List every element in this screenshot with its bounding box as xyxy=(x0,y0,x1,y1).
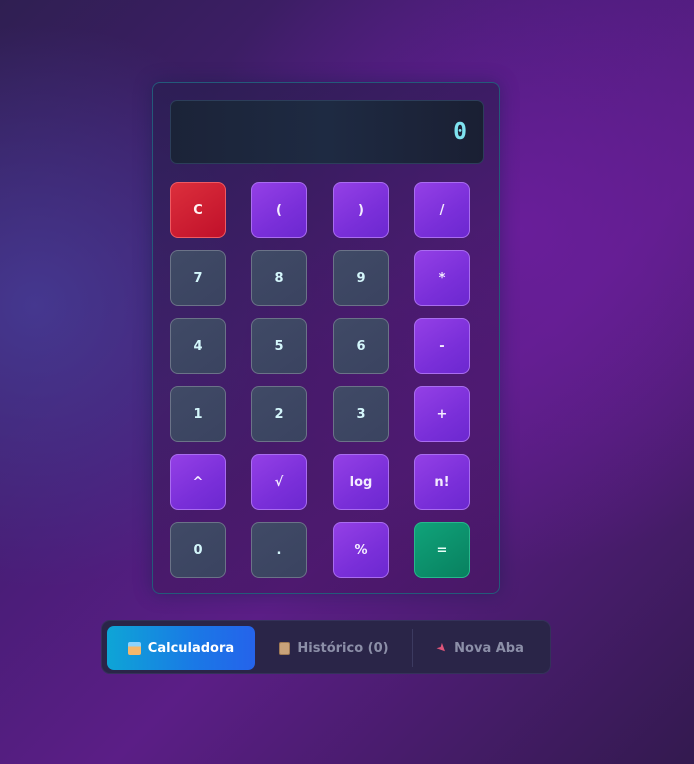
rocket-icon: ➤ xyxy=(433,639,451,657)
subtract-button[interactable]: - xyxy=(414,318,470,374)
digit-3-button[interactable]: 3 xyxy=(333,386,389,442)
calculator-icon xyxy=(127,641,141,655)
tab-new-tab[interactable]: ➤ Nova Aba xyxy=(414,626,547,670)
digit-8-button[interactable]: 8 xyxy=(251,250,307,306)
equals-button[interactable]: = xyxy=(414,522,470,578)
digit-7-button[interactable]: 7 xyxy=(170,250,226,306)
percent-button[interactable]: % xyxy=(333,522,389,578)
factorial-button[interactable]: n! xyxy=(414,454,470,510)
digit-9-button[interactable]: 9 xyxy=(333,250,389,306)
tab-history-label: Histórico (0) xyxy=(297,640,389,656)
digit-0-button[interactable]: 0 xyxy=(170,522,226,578)
calculator-display: 0 xyxy=(170,100,484,164)
tab-divider xyxy=(412,629,413,667)
close-paren-button[interactable]: ) xyxy=(333,182,389,238)
clear-button[interactable]: C xyxy=(170,182,226,238)
clipboard-icon xyxy=(279,641,291,655)
power-button[interactable]: ^ xyxy=(170,454,226,510)
tab-calculator-label: Calculadora xyxy=(147,640,235,656)
multiply-button[interactable]: * xyxy=(414,250,470,306)
open-paren-button[interactable]: ( xyxy=(251,182,307,238)
tab-new-tab-label: Nova Aba xyxy=(454,640,524,656)
display-value: 0 xyxy=(453,119,467,145)
log-button[interactable]: log xyxy=(333,454,389,510)
digit-5-button[interactable]: 5 xyxy=(251,318,307,374)
tab-history[interactable]: Histórico (0) xyxy=(259,626,409,670)
digit-2-button[interactable]: 2 xyxy=(251,386,307,442)
calculator-panel: 0 C ( ) / 7 8 9 * 4 5 6 - 1 2 3 + ^ √ lo… xyxy=(152,82,500,594)
decimal-button[interactable]: . xyxy=(251,522,307,578)
add-button[interactable]: + xyxy=(414,386,470,442)
digit-4-button[interactable]: 4 xyxy=(170,318,226,374)
digit-6-button[interactable]: 6 xyxy=(333,318,389,374)
divide-button[interactable]: / xyxy=(414,182,470,238)
tab-calculator[interactable]: Calculadora xyxy=(107,626,255,670)
digit-1-button[interactable]: 1 xyxy=(170,386,226,442)
sqrt-button[interactable]: √ xyxy=(251,454,307,510)
tab-bar: Calculadora Histórico (0) ➤ Nova Aba xyxy=(101,620,551,674)
